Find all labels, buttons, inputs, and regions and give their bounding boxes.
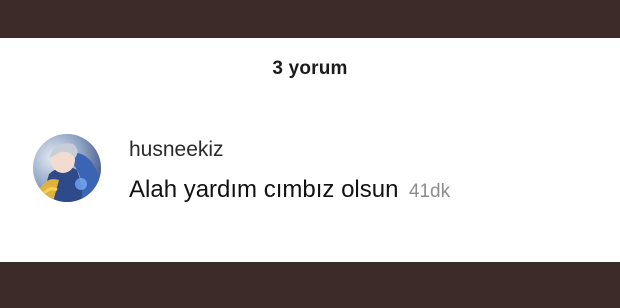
comment-count-label: 3 yorum: [272, 58, 348, 79]
top-border: [0, 0, 620, 38]
comment-text: Alah yardım cımbız olsun: [129, 176, 399, 203]
comment-count-title: 3 yorum: [0, 58, 620, 80]
bottom-border: [0, 262, 620, 308]
comment-username[interactable]: husneekiz: [129, 138, 224, 162]
user-avatar-icon[interactable]: [33, 134, 101, 202]
screenshot-frame: 3 yorum husneekiz Alah yardım cımbız ols…: [0, 0, 620, 308]
comment-timestamp: 41dk: [408, 181, 451, 202]
comments-panel: 3 yorum husneekiz Alah yardım cımbız ols…: [0, 38, 620, 262]
avatar-image: [33, 134, 101, 202]
comment-body: Alah yardım cımbız olsun 41dk: [129, 176, 450, 204]
comment-item[interactable]: husneekiz Alah yardım cımbız olsun 41dk: [33, 134, 593, 214]
